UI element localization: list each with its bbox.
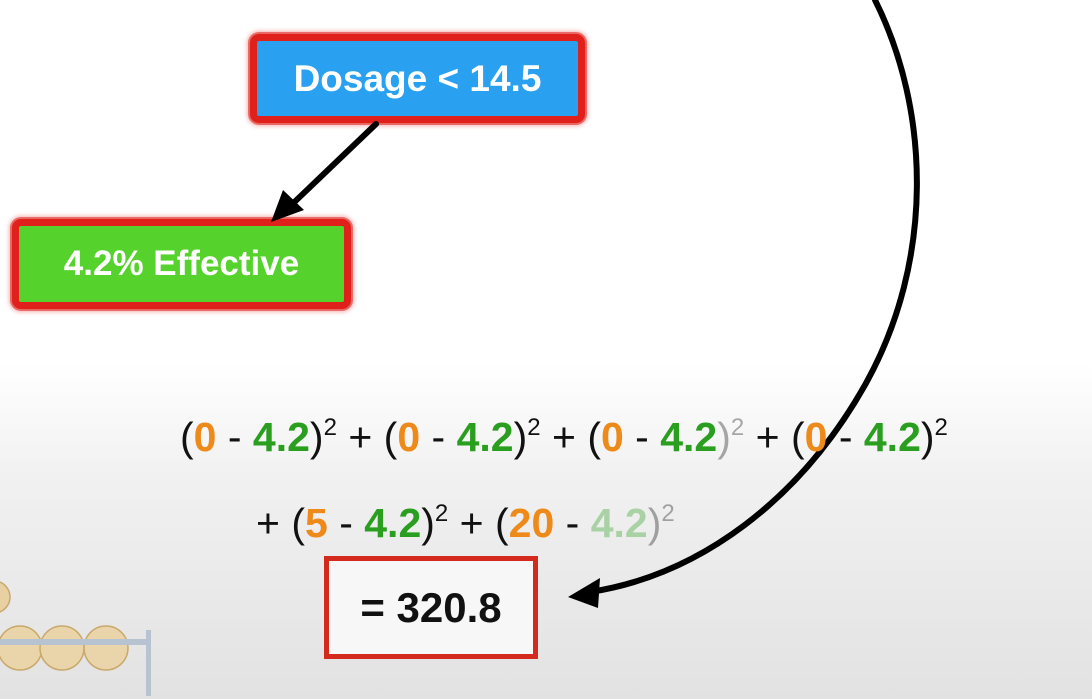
result-box: = 320.8 [324,556,538,659]
predicted-value: 4.2 [364,500,422,546]
predicted-value: 4.2 [456,414,514,460]
equation-line-2: + (5 - 4.2)2 + (20 - 4.2)2 [256,500,675,546]
observed-value: 0 [193,414,217,460]
observed-value: 20 [508,500,555,546]
curved-arrow-head [568,578,600,608]
diagram-overlay [0,0,920,696]
result-label: = 320.8 [360,583,502,631]
observed-value: 0 [600,414,624,460]
observed-value: 0 [397,414,421,460]
equation-line-1: (0 - 4.2)2 + (0 - 4.2)2 + (0 - 4.2)2 + (… [180,414,948,460]
predicted-value: 4.2 [590,500,648,546]
predicted-value: 4.2 [863,414,921,460]
observed-value: 0 [804,414,828,460]
tree-edge-arrow [281,121,379,215]
predicted-value: 4.2 [660,414,718,460]
abacus-decoration [0,581,151,696]
predicted-value: 4.2 [252,414,310,460]
observed-value: 5 [305,500,328,546]
